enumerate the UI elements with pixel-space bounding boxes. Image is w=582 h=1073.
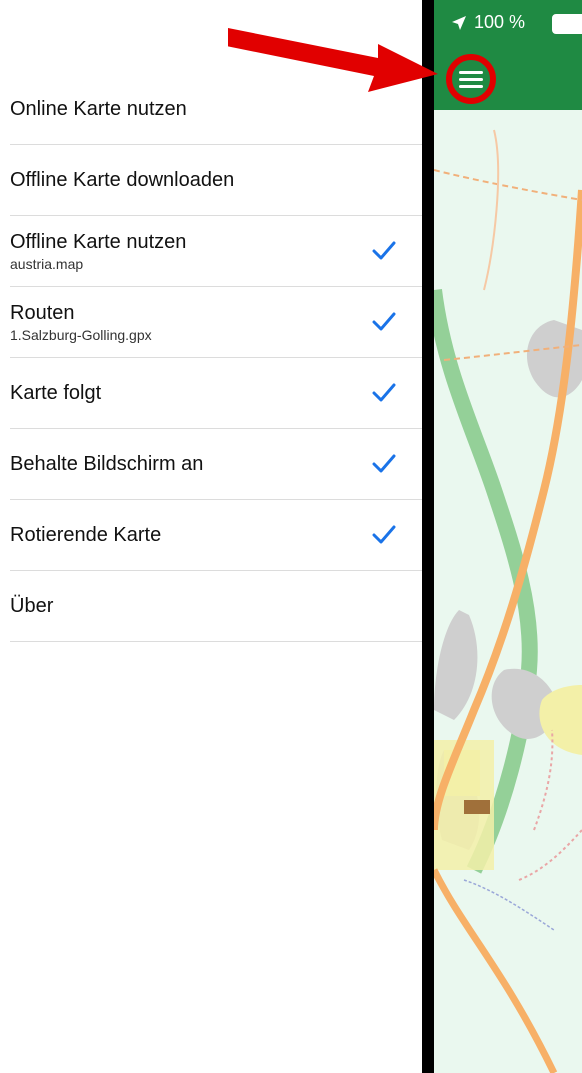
status-bar: 100 % — [434, 0, 582, 46]
menu-item-title: Karte folgt — [10, 381, 102, 404]
menu-item-about[interactable]: Über — [10, 571, 422, 642]
menu-item-routes[interactable]: Routen 1.Salzburg-Golling.gpx — [10, 287, 422, 358]
menu-item-title: Offline Karte nutzen — [10, 230, 187, 253]
battery-icon — [552, 14, 582, 34]
panel-divider — [422, 0, 434, 1073]
menu-item-title: Über — [10, 594, 54, 617]
map-pane[interactable]: 100 % — [434, 0, 582, 1073]
side-menu: Online Karte nutzen Offline Karte downlo… — [0, 0, 422, 1073]
menu-item-keep-screen-on[interactable]: Behalte Bildschirm an — [10, 429, 422, 500]
menu-item-title: Rotierende Karte — [10, 523, 162, 546]
hamburger-icon — [459, 67, 483, 92]
annotation-arrow — [228, 28, 438, 92]
menu-item-title: Behalte Bildschirm an — [10, 452, 204, 475]
menu-item-offline-download[interactable]: Offline Karte downloaden — [10, 145, 422, 216]
location-arrow-icon — [452, 16, 466, 30]
menu-button[interactable] — [446, 54, 496, 104]
battery-percent: 100 % — [474, 12, 526, 32]
checkmark-icon — [372, 383, 396, 402]
menu-item-offline-use[interactable]: Offline Karte nutzen austria.map — [10, 216, 422, 287]
menu-item-follow-map[interactable]: Karte folgt — [10, 358, 422, 429]
app-bar — [434, 46, 582, 110]
menu-item-title: Offline Karte downloaden — [10, 168, 235, 191]
checkmark-icon — [372, 525, 396, 544]
menu-item-subtitle: 1.Salzburg-Golling.gpx — [10, 326, 152, 343]
map-canvas[interactable] — [434, 110, 582, 1073]
menu-item-rotating-map[interactable]: Rotierende Karte — [10, 500, 422, 571]
checkmark-icon — [372, 312, 396, 331]
menu-item-title: Routen — [10, 301, 75, 324]
menu-list: Online Karte nutzen Offline Karte downlo… — [0, 74, 422, 642]
checkmark-icon — [372, 241, 396, 260]
checkmark-icon — [372, 454, 396, 473]
menu-item-subtitle: austria.map — [10, 255, 84, 272]
